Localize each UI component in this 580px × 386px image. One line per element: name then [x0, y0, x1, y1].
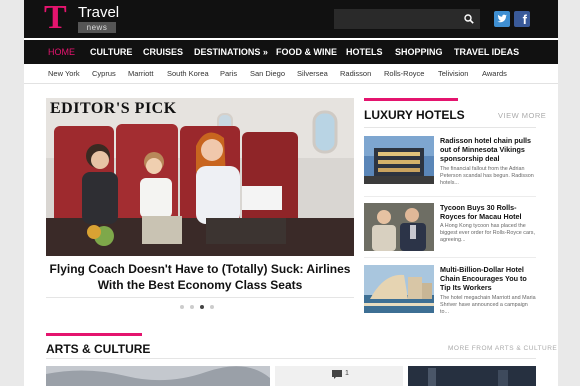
- page-gutter-left: [0, 0, 24, 386]
- tag-link[interactable]: New York: [48, 64, 80, 84]
- article-thumbnail[interactable]: [364, 136, 434, 184]
- slider-dot-active[interactable]: [200, 305, 204, 309]
- tag-link[interactable]: Silversea: [297, 64, 328, 84]
- facebook-link[interactable]: f: [514, 11, 530, 27]
- article-title[interactable]: Multi-Billion-Dollar Hotel Chain Encoura…: [440, 265, 536, 292]
- section-divider: [46, 358, 536, 359]
- nav-item-travel-ideas[interactable]: TRAVEL IDEAS: [454, 40, 519, 64]
- tag-link[interactable]: Paris: [220, 64, 237, 84]
- slider-dot[interactable]: [180, 305, 184, 309]
- nav-item-cruises[interactable]: CRUISES: [143, 40, 183, 64]
- slider-dot[interactable]: [190, 305, 194, 309]
- search-icon: [464, 14, 474, 24]
- section-accent-bar: [364, 98, 458, 101]
- page-gutter-right: [558, 0, 580, 386]
- more-arts-link[interactable]: MORE FROM ARTS & CULTURE: [448, 345, 557, 352]
- article-excerpt: The financial fallout from the Adrian Pe…: [440, 166, 534, 186]
- tag-link[interactable]: Radisson: [340, 64, 371, 84]
- section-accent-bar: [46, 333, 142, 336]
- article-excerpt: A Hong Kong tycoon has placed the bigges…: [440, 223, 535, 243]
- article-thumbnail[interactable]: [364, 265, 434, 313]
- logo-name: Travel: [78, 4, 120, 21]
- arts-culture-title: ARTS & CULTURE: [46, 342, 151, 356]
- tag-link[interactable]: San Diego: [250, 64, 285, 84]
- nav-item-hotels[interactable]: HOTELS: [346, 40, 383, 64]
- list-divider: [364, 257, 536, 258]
- arts-card-image[interactable]: [408, 366, 536, 386]
- editors-pick-label: EDITOR'S PICK: [50, 100, 177, 117]
- twitter-icon: [497, 14, 507, 23]
- tag-link[interactable]: Cyprus: [92, 64, 116, 84]
- hero-image[interactable]: [46, 98, 354, 256]
- search-input[interactable]: [334, 9, 480, 29]
- logo-tag: news: [78, 22, 116, 33]
- nav-item-culture[interactable]: CULTURE: [90, 40, 132, 64]
- list-item[interactable]: Radisson hotel chain pulls out of Minnes…: [364, 136, 536, 192]
- twitter-link[interactable]: [494, 11, 510, 27]
- tag-link[interactable]: Marriott: [128, 64, 153, 84]
- nav-item-food-wine[interactable]: FOOD & WINE: [276, 40, 337, 64]
- list-item[interactable]: Tycoon Buys 30 Rolls-Royces for Macau Ho…: [364, 203, 536, 259]
- hero-title[interactable]: Flying Coach Doesn't Have to (Totally) S…: [46, 261, 354, 293]
- search-button[interactable]: [461, 11, 477, 27]
- article-excerpt: The hotel megachain Marriott and Maria S…: [440, 295, 536, 315]
- section-divider: [364, 127, 536, 128]
- logo-letter: T: [44, 0, 67, 36]
- hero-divider: [46, 297, 354, 298]
- luxury-hotels-title: LUXURY HOTELS: [364, 108, 465, 122]
- comment-count: 1: [345, 370, 349, 377]
- nav-item-home[interactable]: HOME: [48, 40, 75, 64]
- tag-nav: New York Cyprus Marriott South Korea Par…: [24, 64, 558, 84]
- facebook-icon: f: [522, 12, 527, 27]
- main-nav: HOME CULTURE CRUISES DESTINATIONS » FOOD…: [24, 40, 558, 64]
- article-thumbnail[interactable]: [364, 203, 434, 251]
- list-divider: [364, 196, 536, 197]
- site-header: T Travel news f: [24, 0, 558, 38]
- arts-card-image[interactable]: [46, 366, 270, 386]
- tag-link[interactable]: Awards: [482, 64, 507, 84]
- list-item[interactable]: Multi-Billion-Dollar Hotel Chain Encoura…: [364, 265, 536, 321]
- view-more-link[interactable]: VIEW MORE: [498, 111, 546, 120]
- tag-link[interactable]: South Korea: [167, 64, 209, 84]
- article-title[interactable]: Tycoon Buys 30 Rolls-Royces for Macau Ho…: [440, 203, 536, 221]
- tag-link[interactable]: Rolls-Royce: [384, 64, 424, 84]
- slider-dot[interactable]: [210, 305, 214, 309]
- site-container: T Travel news f HOME CULTURE CRUISES DES…: [24, 0, 558, 386]
- nav-item-shopping[interactable]: SHOPPING: [395, 40, 443, 64]
- article-title[interactable]: Radisson hotel chain pulls out of Minnes…: [440, 136, 536, 163]
- comment-icon: [332, 370, 342, 379]
- tag-link[interactable]: Telivision: [438, 64, 468, 84]
- arts-card[interactable]: 1: [275, 366, 403, 386]
- nav-item-destinations[interactable]: DESTINATIONS »: [194, 40, 268, 64]
